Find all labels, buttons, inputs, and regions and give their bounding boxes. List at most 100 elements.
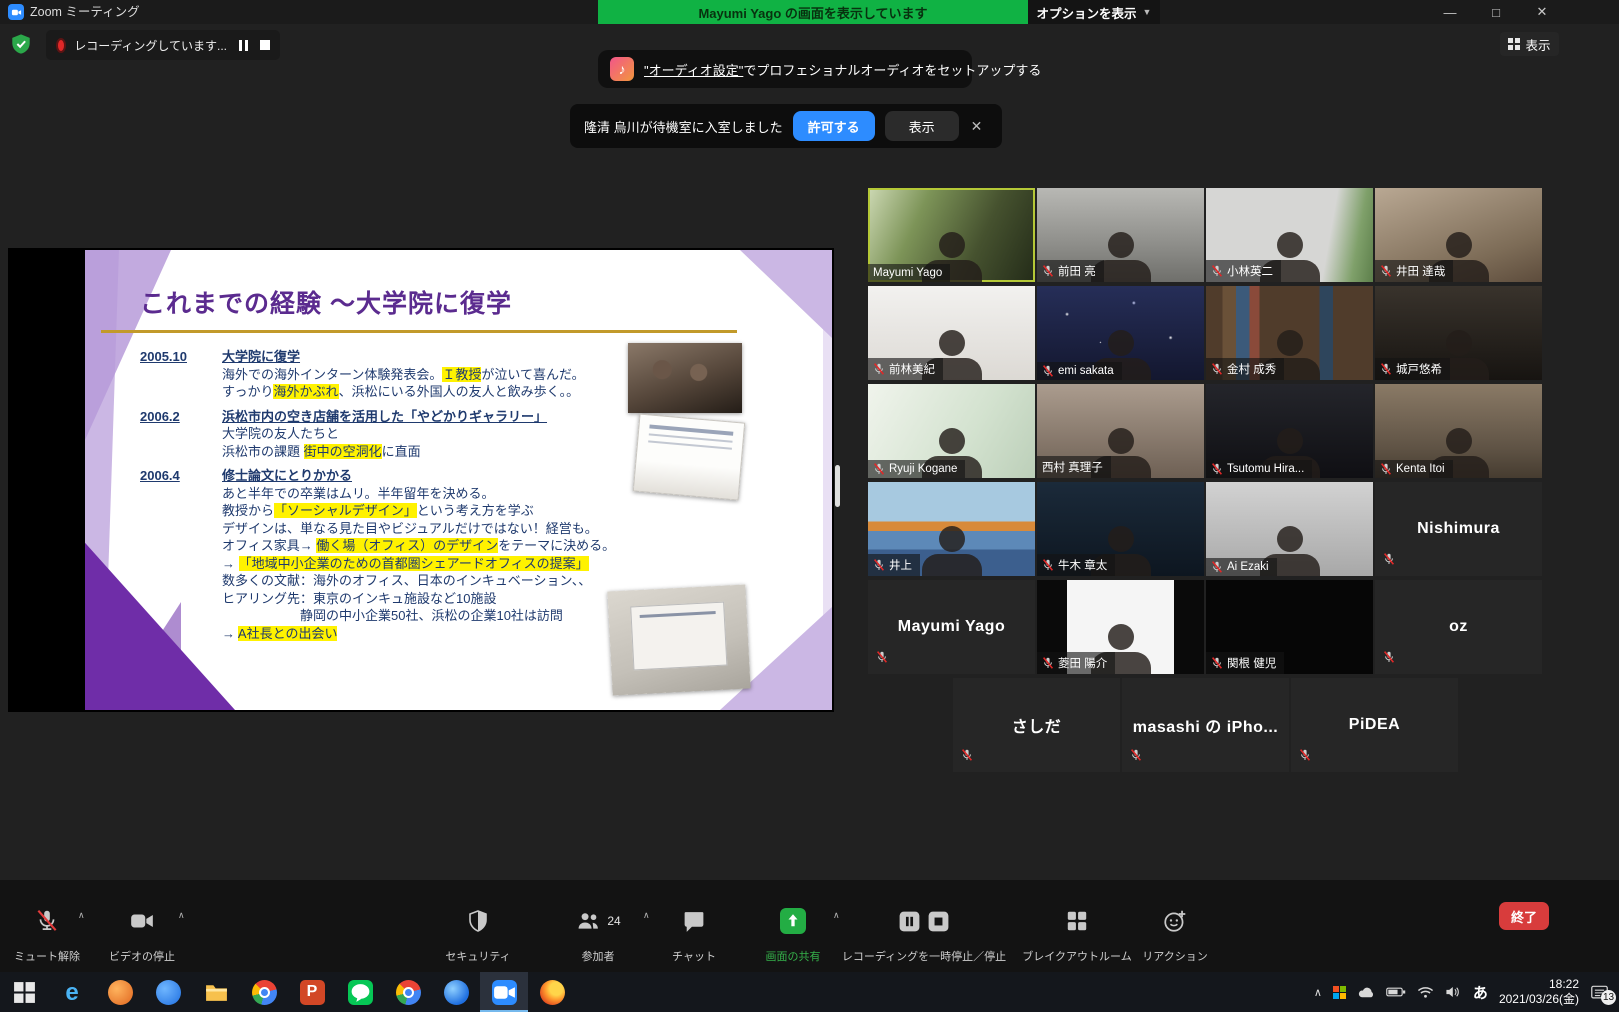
close-window-button[interactable]: ✕ — [1519, 0, 1565, 24]
participant-tile[interactable]: Ai Ezaki — [1206, 482, 1373, 576]
mic-off-icon — [34, 906, 60, 936]
ime-indicator[interactable]: あ — [1473, 982, 1488, 1003]
toolbar-video-button[interactable]: ∧ビデオの停止 — [96, 880, 188, 972]
chevron-up-icon[interactable]: ∧ — [643, 910, 650, 921]
security-shield-icon[interactable] — [10, 33, 32, 55]
chevron-up-icon[interactable]: ∧ — [178, 910, 185, 921]
participant-tile[interactable]: emi sakata — [1037, 286, 1204, 380]
chevron-up-icon[interactable]: ∧ — [78, 910, 85, 921]
participant-tile[interactable]: 前林美紀 — [868, 286, 1035, 380]
toolbar-label: チャット — [672, 948, 716, 964]
participant-tile[interactable]: 牛木 章太 — [1037, 482, 1204, 576]
entry-line: 数多くの文献：海外のオフィス、日本のインキュベーション、、 — [222, 572, 700, 590]
onedrive-cloud-icon[interactable] — [1357, 985, 1375, 999]
presentation-slide: これまでの経験 ～大学院に復学 2005.10大学院に復学海外での海外インターン… — [85, 250, 832, 710]
participant-name-label: Ryuji Kogane — [868, 460, 965, 478]
show-waiting-button[interactable]: 表示 — [885, 111, 959, 141]
toolbar-label: リアクション — [1142, 948, 1207, 964]
mic-muted-icon — [873, 363, 885, 375]
participant-tile[interactable]: Kenta Itoi — [1375, 384, 1542, 478]
toolbar-reactions-button[interactable]: リアクション — [1135, 880, 1215, 972]
mic-muted-icon — [876, 651, 888, 663]
entry-line: オフィス家具→ 働く場（オフィス）のデザインをテーマに決める。 — [222, 537, 700, 555]
participant-name-label: 菱田 陽介 — [1037, 652, 1115, 674]
waiting-room-text: 隆清 烏川が待機室に入室しました — [584, 117, 783, 136]
participant-tile[interactable]: 井田 達哉 — [1375, 188, 1542, 282]
slide-decoration-topright-wedge — [732, 250, 832, 338]
taskbar-app-orange-icon[interactable] — [96, 972, 144, 1012]
taskbar-chrome-3-icon[interactable] — [432, 972, 480, 1012]
wifi-icon[interactable] — [1417, 985, 1434, 999]
action-center-icon[interactable]: 13 — [1590, 984, 1609, 1001]
title-bar: Zoom ミーティング Mayumi Yago の画面を表示しています オプショ… — [0, 0, 1619, 24]
taskbar-file-explorer-icon[interactable] — [192, 972, 240, 1012]
participant-tile[interactable]: 城戸悠希 — [1375, 286, 1542, 380]
participant-tile[interactable]: PiDEA — [1291, 678, 1458, 772]
leave-meeting-button[interactable]: 終了 — [1499, 902, 1549, 930]
taskbar-clock[interactable]: 18:22 2021/03/26(金) — [1499, 977, 1579, 1007]
taskbar-chrome-icon[interactable] — [240, 972, 288, 1012]
toolbar-recording-button[interactable]: レコーディングを一時停止／停止 — [824, 880, 1024, 972]
participant-tile[interactable]: oz — [1375, 580, 1542, 674]
taskbar-zoom-icon[interactable] — [480, 972, 528, 1012]
taskbar-apps: eP — [0, 972, 576, 1012]
admit-button[interactable]: 許可する — [793, 111, 875, 141]
tray-expand-icon[interactable]: ∧ — [1314, 986, 1322, 999]
participant-tile[interactable]: さしだ — [953, 678, 1120, 772]
toolbar-security-button[interactable]: セキュリティ — [428, 880, 528, 972]
taskbar-internet-explorer-icon[interactable]: e — [48, 972, 96, 1012]
toolbar-participants-button[interactable]: 24∧参加者 — [543, 880, 653, 972]
participant-name-label: 関根 健児 — [1206, 652, 1284, 674]
toolbar-label: 参加者 — [582, 948, 615, 964]
minimize-button[interactable]: — — [1427, 0, 1473, 24]
screen-share-banner: Mayumi Yago の画面を表示しています — [598, 0, 1028, 24]
mic-muted-icon — [1380, 265, 1392, 277]
taskbar-line-icon[interactable] — [336, 972, 384, 1012]
entry-date: 2006.4 — [140, 467, 222, 642]
participant-tile[interactable]: Nishimura — [1375, 482, 1542, 576]
shared-screen: これまでの経験 ～大学院に復学 2005.10大学院に復学海外での海外インターン… — [8, 248, 834, 712]
participant-name-label: 前田 亮 — [1037, 260, 1104, 282]
mic-muted-icon — [1211, 463, 1223, 475]
taskbar-chrome-2-icon[interactable] — [384, 972, 432, 1012]
toolbar-chat-button[interactable]: チャット — [654, 880, 734, 972]
meeting-toolbar: 終了 ∧ミュート解除∧ビデオの停止セキュリティ24∧参加者チャット∧画面の共有レ… — [0, 880, 1619, 972]
maximize-button[interactable]: □ — [1473, 0, 1519, 24]
participant-name-label: 小林英二 — [1206, 260, 1281, 282]
participant-tile[interactable]: 金村 成秀 — [1206, 286, 1373, 380]
participant-name-label: 井田 達哉 — [1375, 260, 1453, 282]
mic-muted-icon — [1042, 265, 1054, 277]
taskbar-start-icon[interactable] — [0, 972, 48, 1012]
close-icon[interactable]: ✕ — [971, 118, 983, 135]
taskbar-app-blue-icon[interactable] — [144, 972, 192, 1012]
mic-muted-icon — [1211, 363, 1223, 375]
participant-tile[interactable]: Mayumi Yago — [868, 188, 1035, 282]
audio-settings-link[interactable]: "オーディオ設定" — [644, 63, 743, 78]
participant-tile[interactable]: 菱田 陽介 — [1037, 580, 1204, 674]
speaker-icon[interactable] — [1445, 985, 1462, 999]
stop-recording-button[interactable] — [260, 40, 270, 50]
participant-tile[interactable]: Tsutomu Hira... — [1206, 384, 1373, 478]
participant-tile[interactable]: 西村 真理子 — [1037, 384, 1204, 478]
ms-defender-icon[interactable] — [1333, 986, 1346, 999]
participant-name-label: さしだ — [953, 678, 1120, 772]
scrollbar-handle[interactable] — [835, 465, 840, 507]
participant-tile[interactable]: 井上 — [868, 482, 1035, 576]
view-button[interactable]: 表示 — [1500, 32, 1559, 56]
taskbar-firefox-icon[interactable] — [528, 972, 576, 1012]
participant-tile[interactable]: 前田 亮 — [1037, 188, 1204, 282]
battery-icon[interactable] — [1386, 985, 1406, 999]
pause-recording-button[interactable] — [239, 40, 248, 51]
participant-tile[interactable]: 小林英二 — [1206, 188, 1373, 282]
show-options-button[interactable]: オプションを表示 ▼ — [1028, 0, 1160, 24]
participant-tile[interactable]: Mayumi Yago — [868, 580, 1035, 674]
participant-tile[interactable]: masashi の iPho... — [1122, 678, 1289, 772]
participant-tile[interactable]: 関根 健児 — [1206, 580, 1373, 674]
taskbar-powerpoint-icon[interactable]: P — [288, 972, 336, 1012]
toolbar-label: セキュリティ — [445, 948, 510, 964]
participant-tile[interactable]: Ryuji Kogane — [868, 384, 1035, 478]
entry-heading: 修士論文にとりかかる — [222, 467, 700, 485]
toolbar-mute-button[interactable]: ∧ミュート解除 — [6, 880, 88, 972]
entry-line: 教授から「ソーシャルデザイン」という考え方を学ぶ — [222, 502, 700, 520]
toolbar-breakout-button[interactable]: ブレイクアウトルーム — [1007, 880, 1147, 972]
